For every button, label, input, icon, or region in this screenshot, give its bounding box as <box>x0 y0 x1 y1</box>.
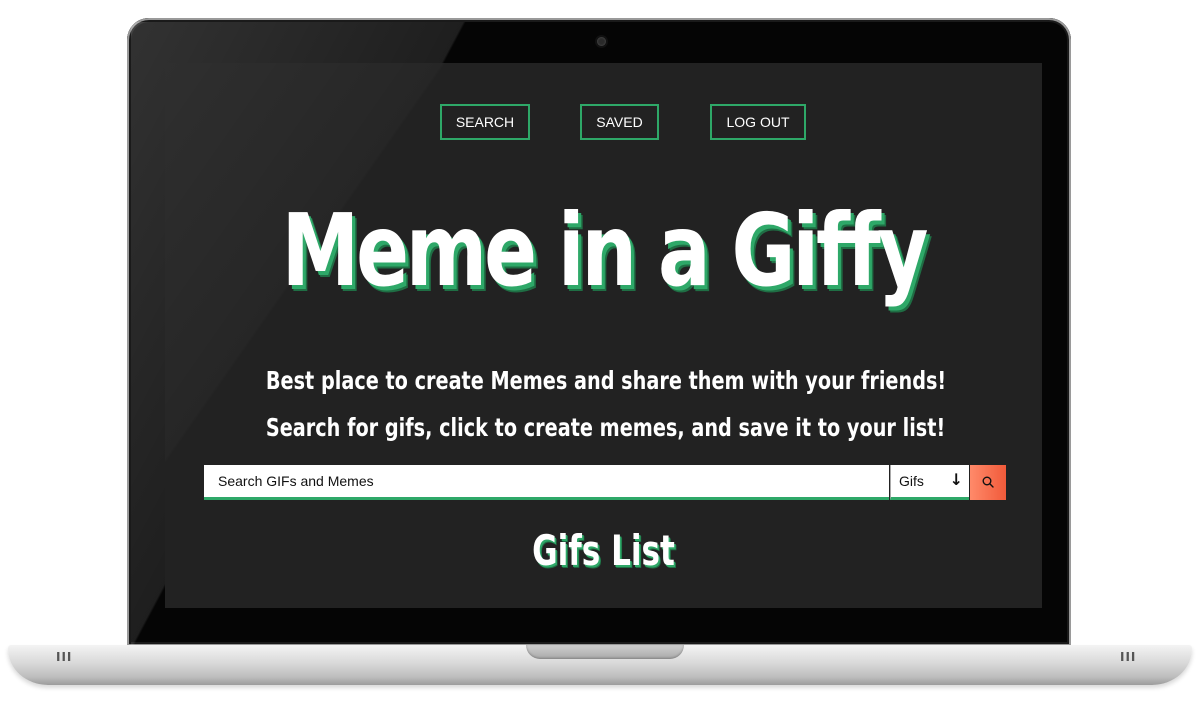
tagline-primary: Best place to create Memes and share the… <box>265 366 947 395</box>
laptop-mockup: SEARCH SAVED LOG OUT Meme in a Giffy Bes… <box>0 0 1200 701</box>
app-screen: SEARCH SAVED LOG OUT Meme in a Giffy Bes… <box>165 63 1042 608</box>
top-nav: SEARCH SAVED LOG OUT <box>165 104 1042 140</box>
laptop-base: III III <box>8 645 1192 685</box>
camera-dot <box>597 37 606 46</box>
nav-search-button[interactable]: SEARCH <box>440 104 530 140</box>
type-dropdown-value: Gifs <box>899 473 924 489</box>
search-input[interactable] <box>204 465 889 500</box>
search-button[interactable] <box>970 465 1006 500</box>
arrow-down-icon: ↓ <box>949 470 963 489</box>
nav-saved-button[interactable]: SAVED <box>580 104 659 140</box>
vent-left: III <box>56 650 73 664</box>
gifs-list-title: Gifs List <box>532 526 675 575</box>
search-icon <box>982 476 994 488</box>
type-dropdown[interactable]: Gifs ↓ <box>890 465 969 500</box>
nav-logout-button[interactable]: LOG OUT <box>710 104 806 140</box>
tagline-secondary: Search for gifs, click to create memes, … <box>265 413 946 442</box>
lid-opening-notch <box>526 645 684 659</box>
vent-right: III <box>1120 650 1137 664</box>
app-title: Meme in a Giffy <box>281 192 929 309</box>
search-bar: Gifs ↓ <box>204 465 1006 500</box>
